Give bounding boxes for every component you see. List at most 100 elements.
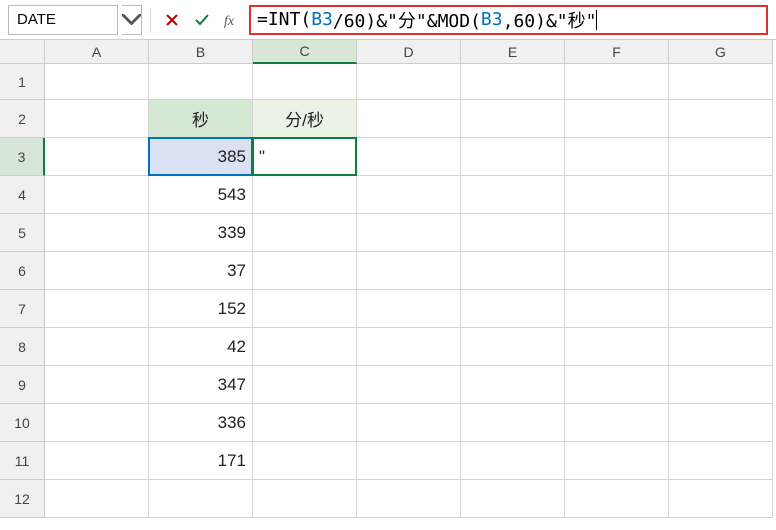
cell-G1[interactable] (669, 64, 773, 100)
cell-D9[interactable] (357, 366, 461, 404)
cell-D5[interactable] (357, 214, 461, 252)
cell-F3[interactable] (565, 138, 669, 176)
col-header-E[interactable]: E (461, 40, 565, 64)
cell-F11[interactable] (565, 442, 669, 480)
cell-A3[interactable] (45, 138, 149, 176)
cell-D7[interactable] (357, 290, 461, 328)
cell-A12[interactable] (45, 480, 149, 518)
name-box[interactable]: DATE (8, 5, 118, 35)
cell-A11[interactable] (45, 442, 149, 480)
cell-E2[interactable] (461, 100, 565, 138)
cell-F9[interactable] (565, 366, 669, 404)
cell-F4[interactable] (565, 176, 669, 214)
cell-D11[interactable] (357, 442, 461, 480)
cell-C7[interactable] (253, 290, 357, 328)
cell-C11[interactable] (253, 442, 357, 480)
cell-A4[interactable] (45, 176, 149, 214)
cell-A5[interactable] (45, 214, 149, 252)
cell-E9[interactable] (461, 366, 565, 404)
cell-G12[interactable] (669, 480, 773, 518)
cell-G8[interactable] (669, 328, 773, 366)
cell-B6[interactable]: 37 (149, 252, 253, 290)
cell-F8[interactable] (565, 328, 669, 366)
cell-F10[interactable] (565, 404, 669, 442)
cell-C9[interactable] (253, 366, 357, 404)
cell-G2[interactable] (669, 100, 773, 138)
cell-A10[interactable] (45, 404, 149, 442)
cell-B9[interactable]: 347 (149, 366, 253, 404)
cell-A8[interactable] (45, 328, 149, 366)
cell-C1[interactable] (253, 64, 357, 100)
cell-E10[interactable] (461, 404, 565, 442)
cell-C6[interactable] (253, 252, 357, 290)
cell-D1[interactable] (357, 64, 461, 100)
col-header-G[interactable]: G (669, 40, 773, 64)
cell-B1[interactable] (149, 64, 253, 100)
cell-D6[interactable] (357, 252, 461, 290)
row-header-2[interactable]: 2 (0, 100, 45, 138)
col-header-D[interactable]: D (357, 40, 461, 64)
formula-input[interactable]: =INT(B3/60)&"分"&MOD(B3,60)&"秒" (249, 5, 768, 35)
col-header-C[interactable]: C (253, 40, 357, 64)
row-header-6[interactable]: 6 (0, 252, 45, 290)
cell-G9[interactable] (669, 366, 773, 404)
row-header-1[interactable]: 1 (0, 64, 45, 100)
cell-F6[interactable] (565, 252, 669, 290)
cell-G5[interactable] (669, 214, 773, 252)
cell-E6[interactable] (461, 252, 565, 290)
cell-G4[interactable] (669, 176, 773, 214)
cell-B12[interactable] (149, 480, 253, 518)
cell-E5[interactable] (461, 214, 565, 252)
row-header-5[interactable]: 5 (0, 214, 45, 252)
cell-D10[interactable] (357, 404, 461, 442)
col-header-B[interactable]: B (149, 40, 253, 64)
cell-E11[interactable] (461, 442, 565, 480)
row-header-12[interactable]: 12 (0, 480, 45, 518)
cell-E3[interactable] (461, 138, 565, 176)
select-all-corner[interactable] (0, 40, 45, 64)
row-header-11[interactable]: 11 (0, 442, 45, 480)
cell-D8[interactable] (357, 328, 461, 366)
cell-E12[interactable] (461, 480, 565, 518)
cell-A9[interactable] (45, 366, 149, 404)
cell-D3[interactable] (357, 138, 461, 176)
cell-C4[interactable] (253, 176, 357, 214)
cell-B5[interactable]: 339 (149, 214, 253, 252)
cell-G11[interactable] (669, 442, 773, 480)
cell-B4[interactable]: 543 (149, 176, 253, 214)
cell-B7[interactable]: 152 (149, 290, 253, 328)
cell-B8[interactable]: 42 (149, 328, 253, 366)
cell-G6[interactable] (669, 252, 773, 290)
row-header-9[interactable]: 9 (0, 366, 45, 404)
enter-button[interactable] (189, 7, 215, 33)
cell-B11[interactable]: 171 (149, 442, 253, 480)
cell-G10[interactable] (669, 404, 773, 442)
cell-G7[interactable] (669, 290, 773, 328)
cell-E4[interactable] (461, 176, 565, 214)
cell-C2[interactable]: 分/秒 (253, 100, 357, 138)
cancel-button[interactable] (159, 7, 185, 33)
cell-A2[interactable] (45, 100, 149, 138)
cell-F1[interactable] (565, 64, 669, 100)
cell-A7[interactable] (45, 290, 149, 328)
cell-E1[interactable] (461, 64, 565, 100)
cell-D12[interactable] (357, 480, 461, 518)
row-header-3[interactable]: 3 (0, 138, 45, 176)
cell-A6[interactable] (45, 252, 149, 290)
row-header-7[interactable]: 7 (0, 290, 45, 328)
cell-F12[interactable] (565, 480, 669, 518)
row-header-4[interactable]: 4 (0, 176, 45, 214)
cell-B10[interactable]: 336 (149, 404, 253, 442)
cell-C12[interactable] (253, 480, 357, 518)
row-header-10[interactable]: 10 (0, 404, 45, 442)
row-header-8[interactable]: 8 (0, 328, 45, 366)
cell-C10[interactable] (253, 404, 357, 442)
cell-E7[interactable] (461, 290, 565, 328)
name-box-dropdown[interactable] (122, 5, 142, 35)
cell-D2[interactable] (357, 100, 461, 138)
cell-B2[interactable]: 秒 (149, 100, 253, 138)
cell-C5[interactable] (253, 214, 357, 252)
cell-C8[interactable] (253, 328, 357, 366)
col-header-F[interactable]: F (565, 40, 669, 64)
cell-F2[interactable] (565, 100, 669, 138)
